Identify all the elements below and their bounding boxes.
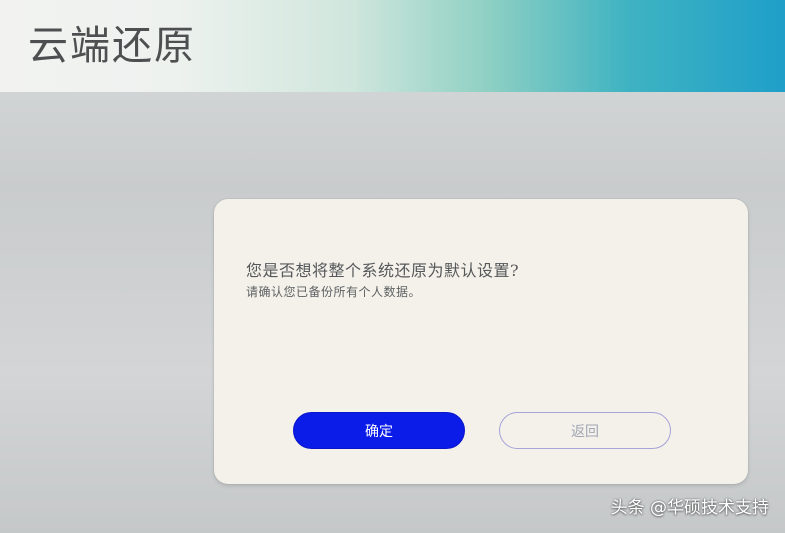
- back-button[interactable]: 返回: [499, 412, 671, 449]
- dialog-question: 您是否想将整个系统还原为默认设置?: [246, 261, 520, 280]
- confirm-button[interactable]: 确定: [293, 412, 465, 449]
- restore-confirm-dialog: 您是否想将整个系统还原为默认设置? 请确认您已备份所有个人数据。 确定 返回: [214, 199, 748, 484]
- dialog-subtext: 请确认您已备份所有个人数据。: [246, 285, 422, 299]
- header-banner: 云端还原: [0, 0, 785, 92]
- watermark: 头条 @华硕技术支持: [610, 498, 769, 518]
- page-title: 云端还原: [28, 23, 196, 69]
